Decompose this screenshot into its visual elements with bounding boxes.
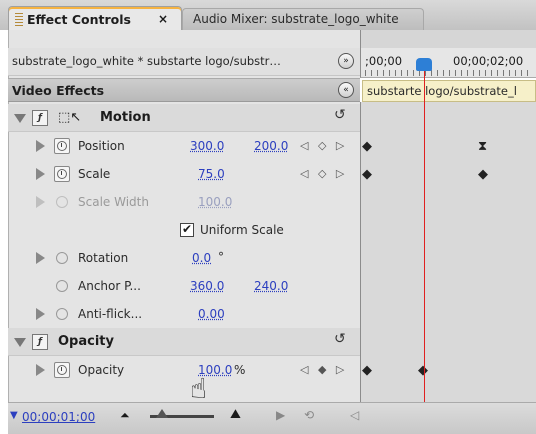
playhead-line bbox=[424, 62, 425, 407]
position-label: Position bbox=[78, 139, 125, 153]
motion-transform-icon[interactable]: ⬚↖ bbox=[58, 110, 81, 125]
motion-label: Motion bbox=[100, 110, 151, 125]
zoom-in-icon[interactable]: ⛰ bbox=[230, 407, 241, 422]
effect-motion-row[interactable]: ƒ ⬚↖ Motion ↺ bbox=[8, 104, 360, 132]
stopwatch-scale-icon[interactable] bbox=[54, 166, 70, 182]
keyframe-nav-scale[interactable]: ◁ ◇ ▷ bbox=[300, 167, 347, 180]
timeline-header-strip bbox=[360, 30, 536, 48]
play-audio-icon[interactable]: ▶︎ bbox=[276, 408, 285, 422]
video-effects-header: Video Effects « bbox=[8, 78, 360, 102]
expand-scale-width-icon bbox=[36, 196, 45, 208]
fx-toggle-icon[interactable]: ƒ bbox=[32, 110, 48, 126]
playhead-handle[interactable] bbox=[416, 58, 432, 71]
antiflicker-value[interactable]: 0.00 bbox=[198, 307, 225, 321]
tab-effect-controls[interactable]: Effect Controls × bbox=[8, 6, 182, 30]
prop-scale-row: Scale 75.0 ◁ ◇ ▷ bbox=[8, 160, 360, 188]
ruler-time-mark: 00;00;02;00 bbox=[453, 54, 524, 68]
keyframe-opacity-current-icon[interactable]: ◆ bbox=[418, 363, 428, 378]
keyframe-position-end-icon[interactable]: ⧗ bbox=[478, 139, 487, 154]
scroll-left-icon[interactable]: ◁ bbox=[350, 408, 359, 422]
prop-rotation-row: Rotation 0.0 ° bbox=[8, 244, 360, 272]
stopwatch-antiflicker-icon[interactable] bbox=[56, 308, 68, 320]
stopwatch-opacity-icon[interactable] bbox=[54, 362, 70, 378]
expand-scale-icon[interactable] bbox=[36, 168, 45, 180]
keyframe-area[interactable] bbox=[360, 102, 536, 402]
ruler-ticks bbox=[365, 70, 533, 76]
scale-value[interactable]: 75.0 bbox=[198, 167, 225, 181]
keyframe-scale-start-icon[interactable]: ◆ bbox=[362, 167, 372, 182]
tab-audio-mixer[interactable]: Audio Mixer: substrate_logo_white bbox=[182, 8, 424, 30]
stopwatch-scale-width-icon bbox=[56, 196, 68, 208]
scale-label: Scale bbox=[78, 167, 111, 181]
rotation-value[interactable]: 0.0 bbox=[192, 251, 211, 265]
keyframe-scale-end-icon[interactable]: ◆ bbox=[478, 167, 488, 182]
prop-anchor-row: Anchor P... 360.0 240.0 bbox=[8, 272, 360, 300]
show-timeline-button[interactable]: » bbox=[338, 53, 354, 69]
ruler-start-time: ;00;00 bbox=[365, 54, 403, 68]
rotation-label: Rotation bbox=[78, 251, 129, 265]
stopwatch-anchor-icon[interactable] bbox=[56, 280, 68, 292]
timecode-arrow-icon[interactable]: ▼ bbox=[10, 410, 18, 421]
timeline-ruler[interactable]: ;00;00 00;00;02;00 bbox=[360, 48, 536, 78]
anchor-label: Anchor P... bbox=[78, 279, 141, 293]
clip-name: substrate_logo_white * substarte logo/su… bbox=[12, 54, 281, 68]
opacity-label: Opacity bbox=[78, 363, 125, 377]
zoom-slider-thumb[interactable] bbox=[156, 409, 168, 418]
prop-opacity-row: Opacity 100.0 % ◁ ◆ ▷ bbox=[8, 356, 360, 384]
anchor-y-value[interactable]: 240.0 bbox=[254, 279, 288, 293]
timeline-clip-bar[interactable]: substarte logo/substrate_l bbox=[362, 80, 536, 102]
keyframe-position-start-icon[interactable]: ◆ bbox=[362, 139, 372, 154]
expand-antiflicker-icon[interactable] bbox=[36, 308, 45, 320]
prop-scale-width-row: Scale Width 100.0 bbox=[8, 188, 360, 216]
effect-opacity-row[interactable]: ƒ Opacity ↺ bbox=[8, 328, 360, 356]
tab-grip-icon[interactable] bbox=[15, 13, 23, 27]
keyframe-opacity-start-icon[interactable]: ◆ bbox=[362, 363, 372, 378]
keyframe-nav-position[interactable]: ◁ ◇ ▷ bbox=[300, 139, 347, 152]
uniform-scale-label: Uniform Scale bbox=[200, 223, 284, 237]
collapse-button[interactable]: « bbox=[338, 82, 354, 98]
tab-close-icon[interactable]: × bbox=[158, 12, 168, 26]
zoom-out-icon[interactable]: ⏶ bbox=[120, 408, 130, 423]
position-x-value[interactable]: 300.0 bbox=[190, 139, 224, 153]
clip-name-row: substrate_logo_white * substarte logo/su… bbox=[8, 48, 360, 76]
scale-width-value: 100.0 bbox=[198, 195, 233, 209]
timeline-clip-label: substarte logo/substrate_l bbox=[367, 84, 517, 98]
expand-rotation-icon[interactable] bbox=[36, 252, 45, 264]
opacity-unit: % bbox=[234, 363, 246, 377]
uniform-scale-row: ✔ Uniform Scale bbox=[8, 216, 360, 244]
anchor-x-value[interactable]: 360.0 bbox=[190, 279, 224, 293]
rotation-unit: ° bbox=[218, 250, 224, 264]
current-timecode[interactable]: 00;00;01;00 bbox=[22, 410, 95, 424]
antiflicker-label: Anti-flick... bbox=[78, 307, 143, 321]
position-y-value[interactable]: 200.0 bbox=[254, 139, 288, 153]
stopwatch-rotation-icon[interactable] bbox=[56, 252, 68, 264]
prop-position-row: Position 300.0 200.0 ◁ ◇ ▷ bbox=[8, 132, 360, 160]
video-effects-title: Video Effects bbox=[12, 83, 105, 98]
loop-audio-icon[interactable]: ⟲ bbox=[304, 408, 314, 422]
expand-motion-icon[interactable] bbox=[14, 114, 26, 123]
scrub-hand-cursor-icon: ☝ bbox=[190, 372, 208, 405]
expand-opacity-prop-icon[interactable] bbox=[36, 364, 45, 376]
expand-position-icon[interactable] bbox=[36, 140, 45, 152]
uniform-scale-checkbox[interactable]: ✔ bbox=[180, 223, 194, 237]
reset-opacity-icon[interactable]: ↺ bbox=[334, 331, 346, 347]
effect-controls-footer: ▼ 00;00;01;00 ⏶ ⛰ ▶︎ ⟲ ◁ bbox=[8, 402, 536, 434]
reset-motion-icon[interactable]: ↺ bbox=[334, 107, 346, 123]
stopwatch-position-icon[interactable] bbox=[54, 138, 70, 154]
fx-opacity-toggle-icon[interactable]: ƒ bbox=[32, 334, 48, 350]
scale-width-label: Scale Width bbox=[78, 195, 149, 209]
keyframe-nav-opacity[interactable]: ◁ ◆ ▷ bbox=[300, 363, 347, 376]
tab-audio-mixer-label: Audio Mixer: substrate_logo_white bbox=[193, 12, 399, 26]
opacity-effect-label: Opacity bbox=[58, 334, 114, 349]
tab-effect-controls-label: Effect Controls bbox=[27, 12, 131, 27]
prop-antiflicker-row: Anti-flick... 0.00 bbox=[8, 300, 360, 328]
expand-opacity-icon[interactable] bbox=[14, 338, 26, 347]
